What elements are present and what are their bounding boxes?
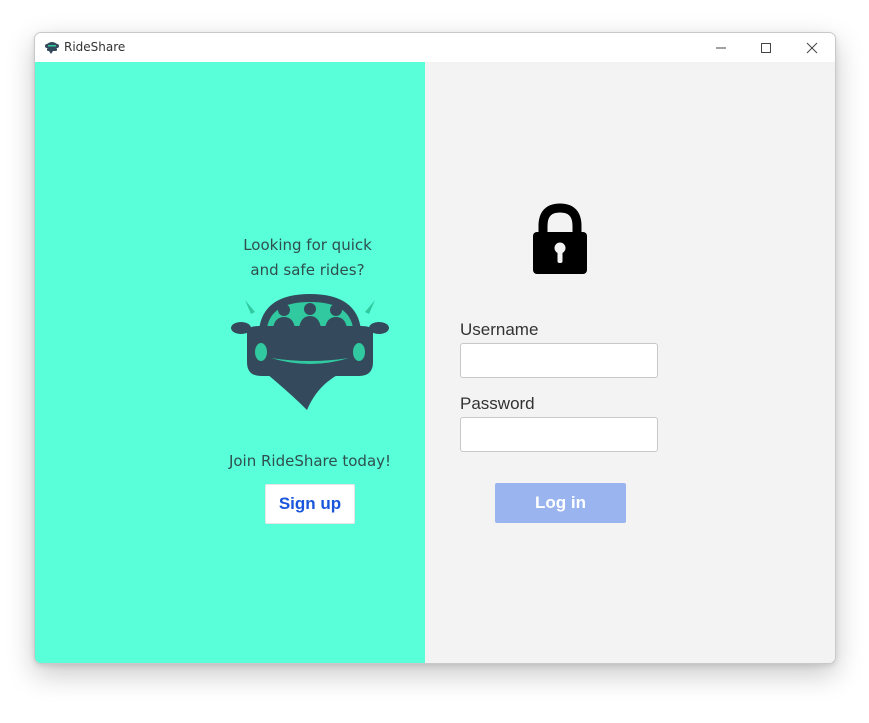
username-input[interactable] [460,343,658,378]
close-button[interactable] [789,33,835,62]
username-label: Username [460,320,539,339]
tagline: Looking for quick and safe rides? [210,233,405,283]
login-button[interactable]: Log in [495,483,626,523]
close-icon [806,42,818,54]
join-text: Join RideShare today! [228,452,392,470]
tagline-line-2: and safe rides? [250,261,365,279]
minimize-icon [716,47,726,49]
login-panel: Username Password Log in [425,62,835,663]
minimize-button[interactable] [698,33,744,62]
window-title: RideShare [64,40,126,54]
signup-panel: Looking for quick and safe rides? Join R… [35,62,425,663]
password-label: Password [460,394,535,413]
signup-button[interactable]: Sign up [265,484,355,524]
maximize-icon [761,43,771,53]
app-window: RideShare Looking for quick and safe rid… [34,32,836,664]
maximize-button[interactable] [743,33,789,62]
car-with-passengers-icon [231,294,389,410]
password-input[interactable] [460,417,658,452]
title-bar[interactable]: RideShare [35,33,835,62]
tagline-line-1: Looking for quick [243,236,372,254]
padlock-icon [533,203,587,274]
car-icon [45,42,59,54]
